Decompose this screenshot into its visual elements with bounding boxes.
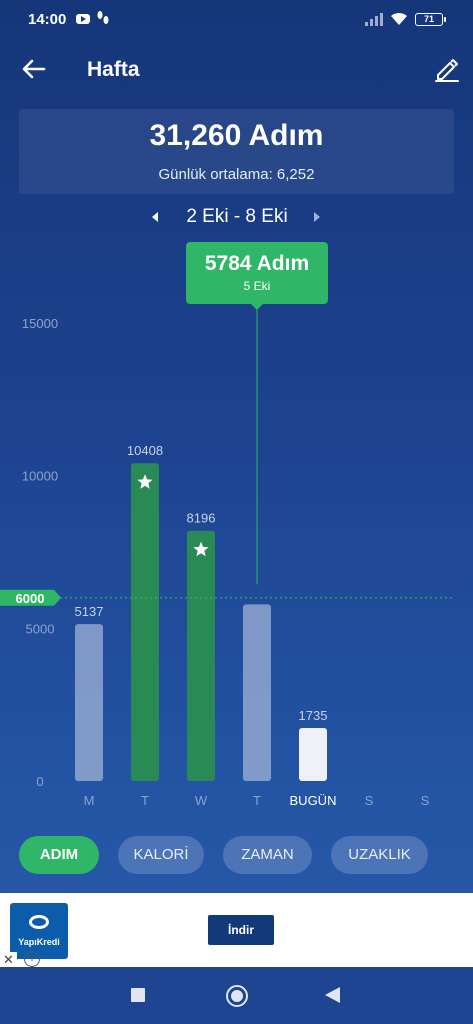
bar-value-label: 8196 [187, 511, 216, 526]
x-tick-label: W [195, 793, 208, 808]
daily-average-value: 6,252 [276, 166, 315, 183]
x-tick-label: T [141, 793, 149, 808]
week-range-label: 2 Eki - 8 Eki [186, 206, 288, 227]
bar-value-label: 10408 [127, 443, 163, 458]
ad-close-icon[interactable]: ✕ [0, 952, 17, 967]
x-tick-label: S [421, 793, 430, 808]
bar-value-label: 5137 [75, 604, 104, 619]
ad-install-button[interactable]: İndir [208, 915, 274, 945]
signal-icon [365, 13, 383, 26]
recents-button-icon[interactable] [131, 988, 145, 1002]
y-tick-label: 0 [36, 774, 43, 789]
bar-0[interactable] [75, 624, 103, 781]
selected-day-tooltip: 5784 Adım 5 Eki [186, 242, 328, 304]
y-tick-label: 15000 [22, 316, 58, 331]
tooltip-date: 5 Eki [243, 279, 271, 293]
previous-week-icon[interactable] [150, 211, 160, 223]
tab-distance[interactable]: UZAKLIK [331, 836, 428, 874]
tab-time[interactable]: ZAMAN [223, 836, 312, 874]
battery-icon: 71 [415, 13, 446, 26]
next-week-icon[interactable] [312, 211, 322, 223]
x-tick-label: M [84, 793, 95, 808]
daily-average-label: Günlük ortalama: [158, 166, 273, 183]
x-tick-label: T [253, 793, 261, 808]
summary-card: 31,260 Adım Günlük ortalama: 6,252 [19, 109, 454, 194]
bar-1[interactable] [131, 463, 159, 781]
y-tick-label: 5000 [26, 621, 55, 636]
tooltip-steps: 5784 Adım [204, 252, 310, 275]
ad-brand-logo[interactable]: YapıKredi [10, 903, 68, 959]
wifi-icon [391, 12, 407, 25]
bar-4[interactable] [299, 728, 327, 781]
ad-info-icon[interactable]: i [24, 951, 40, 967]
youtube-notification-icon [76, 14, 90, 24]
total-steps: 31,260 Adım [149, 119, 324, 152]
y-tick-label: 10000 [22, 469, 58, 484]
home-button-icon[interactable] [226, 985, 248, 1007]
back-arrow-icon[interactable] [20, 55, 48, 83]
page-title: Hafta [87, 58, 140, 81]
tab-steps[interactable]: ADIM [19, 836, 99, 874]
back-button-icon[interactable] [325, 987, 340, 1003]
footsteps-notification-icon [97, 11, 109, 24]
ad-brand-mark [29, 915, 49, 929]
ad-brand-name: YapıKredi [18, 937, 60, 947]
ad-banner[interactable]: YapıKredi İndir ✕ i [0, 893, 473, 967]
goal-tag-label: 6000 [16, 591, 45, 606]
edit-pencil-icon[interactable] [434, 56, 460, 82]
daily-average: Günlük ortalama: 6,252 [19, 166, 454, 183]
bar-value-label: 1735 [299, 708, 328, 723]
x-tick-label: BUGÜN [290, 793, 337, 808]
weekly-steps-chart: 0 5000 10000 15000 5137 10408 8196 1735 6000 M T W T… [0, 302, 455, 808]
bar-3[interactable] [243, 604, 271, 781]
status-time: 14:00 [28, 11, 67, 28]
x-tick-label: S [365, 793, 374, 808]
tab-calories[interactable]: KALORİ [118, 836, 204, 874]
bar-2[interactable] [187, 530, 215, 781]
